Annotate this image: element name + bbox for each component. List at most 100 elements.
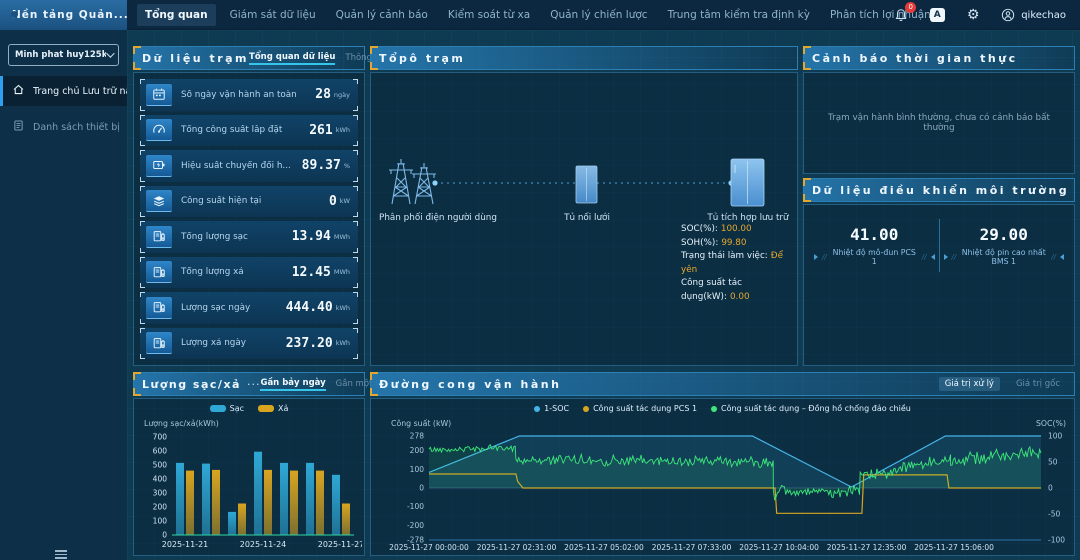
battery-doc-icon — [146, 226, 172, 248]
sidebar-item-1[interactable]: Danh sách thiết bị — [0, 112, 127, 142]
environment-title: Dữ liệu điều khiển môi trường — [812, 184, 1069, 197]
nav-item-0[interactable]: Tổng quan — [137, 4, 216, 26]
bar-Sạc-2025-11-26 — [306, 463, 314, 535]
topology-diagram: Phân phối điện người dùngTủ nối lướiTủ t… — [371, 73, 797, 365]
language-translate-icon[interactable]: A — [929, 7, 945, 23]
legend-item-2[interactable]: Công suất tác dụng – Đồng hồ chống đảo c… — [711, 404, 911, 413]
svg-text:2025-11-27 12:35:00: 2025-11-27 12:35:00 — [827, 543, 907, 552]
metric-label: Tổng lượng xả — [181, 267, 292, 277]
metric-unit: kWh — [336, 304, 350, 312]
sidebar-item-label: Danh sách thiết bị — [33, 122, 120, 133]
metric-value: 237.20 — [286, 336, 333, 351]
storage-status-line-3: Công suất tác dụng(kW):0.00 — [681, 277, 797, 304]
metric-row-2: Hiệu suất chuyển đổi h...89.37% — [140, 150, 358, 182]
realtime-alert-panel: Cảnh báo thời gian thực Trạm vận hành bì… — [803, 46, 1075, 174]
bar-Xả-2025-11-26 — [316, 471, 324, 535]
legend-label: Công suất tác dụng – Đồng hồ chống đảo c… — [721, 404, 911, 413]
svg-text:-100: -100 — [1048, 536, 1065, 545]
operating-curve-panel: Đường cong vận hành Giá trị xử lýGiá trị… — [370, 372, 1075, 556]
svg-text:2025-11-24: 2025-11-24 — [240, 540, 287, 549]
calendar-icon — [146, 84, 172, 106]
user-menu[interactable]: qikechao — [1001, 8, 1066, 22]
metric-row-0: Số ngày vận hành an toàn28ngày — [140, 79, 358, 111]
sidebar-collapse-icon[interactable] — [55, 550, 67, 558]
nav-item-3[interactable]: Kiểm soát từ xa — [438, 0, 540, 30]
nav-item-2[interactable]: Quản lý cảnh báo — [326, 0, 438, 30]
top-navbar: Nền tảng Quản... Tổng quanGiám sát dữ li… — [0, 0, 1080, 30]
svg-text:-200: -200 — [407, 521, 424, 530]
metric-row-5: Tổng lượng xả12.45MWh — [140, 257, 358, 289]
station-selector-dropdown[interactable]: Minh phat huy125kw/26... — [8, 44, 119, 66]
notification-badge: 0 — [905, 2, 916, 13]
metric-row-4: Tổng lượng sạc13.94MWh — [140, 221, 358, 253]
curve-value-tab-0[interactable]: Giá trị xử lý — [939, 377, 1000, 391]
metric-label: Số ngày vận hành an toàn — [181, 90, 315, 100]
topology-node-label-1: Tủ nối lưới — [563, 212, 610, 223]
charge-discharge-title: Lượng sạc/xả — [142, 378, 241, 391]
legend-item-1[interactable]: Công suất tác dụng PCS 1 — [583, 404, 697, 413]
charge-discharge-bar-chart: 01002003004005006007002025-11-212025-11-… — [136, 431, 362, 557]
user-name: qikechao — [1021, 10, 1066, 21]
storage-status-line-1: SOH(%):99.80 — [681, 237, 797, 251]
bar-Xả-2025-11-22 — [212, 470, 220, 535]
bar-Sạc-2025-11-21 — [176, 463, 184, 535]
operating-curve-line-chart: 2782001000-100-200-278100500-50-1002025-… — [372, 431, 1073, 555]
svg-text:2025-11-27 05:02:00: 2025-11-27 05:02:00 — [564, 543, 644, 552]
env-metric-value: 29.00 — [944, 225, 1065, 244]
alert-header: Cảnh báo thời gian thực — [803, 46, 1075, 70]
legend-item-0[interactable]: 1-SOC — [534, 404, 569, 413]
bar-Xả-2025-11-23 — [238, 504, 246, 536]
app-title: Nền tảng Quản... — [12, 9, 129, 21]
sidebar-item-0[interactable]: Trang chủ Lưu trữ năn... — [0, 76, 127, 106]
home-icon — [12, 83, 25, 99]
legend-swatch-icon — [583, 406, 589, 412]
main-nav: Tổng quanGiám sát dữ liệuQuản lý cảnh bá… — [133, 0, 941, 30]
legend-item-0[interactable]: Sạc — [210, 404, 244, 413]
settings-gear-icon[interactable]: ⚙ — [965, 7, 981, 23]
legend-item-1[interactable]: Xả — [258, 404, 288, 413]
svg-text:2025-11-27 15:06:00: 2025-11-27 15:06:00 — [914, 543, 994, 552]
metric-row-1: Tổng công suất lắp đặt261kWh — [140, 115, 358, 147]
svg-text:100: 100 — [153, 517, 168, 526]
svg-text:2025-11-21: 2025-11-21 — [162, 540, 209, 549]
topology-header: Tổpô trạm — [370, 46, 798, 70]
env-metric-label: Nhiệt độ pin cao nhất BMS 1 — [960, 248, 1047, 266]
topology-node-label-2: Tủ tích hợp lưu trữ — [706, 212, 789, 223]
metric-value: 12.45 — [292, 265, 331, 280]
bar-Xả-2025-11-24 — [264, 470, 272, 535]
topology-title: Tổpô trạm — [379, 52, 465, 65]
metric-unit: kWh — [336, 339, 350, 347]
alert-empty-message: Trạm vận hành bình thường, chưa có cảnh … — [814, 113, 1064, 133]
metric-unit: kW — [340, 197, 350, 205]
nav-item-4[interactable]: Quản lý chiến lược — [540, 0, 657, 30]
curve-value-tab-1[interactable]: Giá trị gốc — [1010, 377, 1066, 391]
metric-value: 28 — [315, 87, 331, 102]
more-options-icon[interactable]: ··· — [247, 378, 261, 391]
line-left-axis-label: Công suất (kW) — [391, 419, 451, 428]
bar-range-tab-0[interactable]: Gần bảy ngày — [260, 378, 325, 391]
metric-value: 0 — [329, 194, 337, 209]
sidebar-item-label: Trang chủ Lưu trữ năn... — [33, 86, 127, 97]
app-logo[interactable]: Nền tảng Quản... — [0, 0, 127, 30]
operating-curve-header: Đường cong vận hành Giá trị xử lýGiá trị… — [370, 372, 1075, 396]
bar-y-axis-label: Lượng sạc/xả(kWh) — [144, 419, 219, 428]
bar-Sạc-2025-11-23 — [228, 512, 236, 535]
metric-unit: MWh — [334, 268, 350, 276]
layers-icon — [146, 190, 172, 212]
legend-swatch-icon — [210, 405, 226, 412]
legend-swatch-icon — [534, 406, 540, 412]
svg-text:100: 100 — [410, 465, 425, 474]
notification-bell-icon[interactable]: 0 — [893, 7, 909, 23]
nav-item-1[interactable]: Giám sát dữ liệu — [220, 0, 326, 30]
environment-header: Dữ liệu điều khiển môi trường — [803, 178, 1075, 202]
svg-text:-100: -100 — [407, 502, 424, 511]
nav-item-5[interactable]: Trung tâm kiểm tra định kỳ — [658, 0, 820, 30]
bar-Sạc-2025-11-24 — [254, 452, 262, 535]
bar-Xả-2025-11-25 — [290, 471, 298, 535]
svg-text:2025-11-27 02:31:00: 2025-11-27 02:31:00 — [477, 543, 557, 552]
main-content: Dữ liệu trạm Tổng quan dữ liệuThông tin … — [127, 30, 1080, 560]
station-tab-0[interactable]: Tổng quan dữ liệu — [249, 52, 335, 65]
navbar-actions: 0 A ⚙ qikechao — [893, 0, 1066, 30]
metric-unit: % — [344, 162, 350, 170]
svg-text:200: 200 — [153, 503, 168, 512]
